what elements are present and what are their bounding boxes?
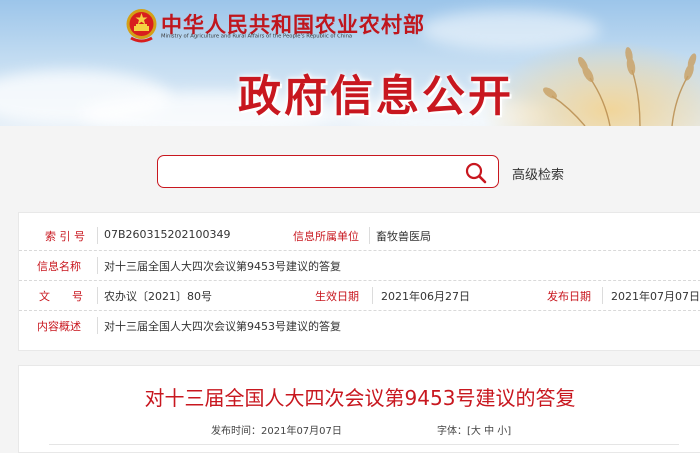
font-small-option[interactable]: 小 bbox=[497, 426, 507, 437]
font-medium-option[interactable]: 中 bbox=[484, 426, 494, 437]
info-row-doc: 文 号 农办议〔2021〕80号 生效日期 2021年06月27日 发布日期 2… bbox=[19, 281, 700, 311]
search-box bbox=[157, 155, 499, 188]
name-value: 对十三届全国人大四次会议第9453号建议的答复 bbox=[104, 260, 341, 273]
national-emblem-icon bbox=[126, 9, 157, 43]
info-table: 索 引 号 07B260315202100349 信息所属单位 畜牧兽医局 信息… bbox=[18, 212, 700, 351]
dept-value: 畜牧兽医局 bbox=[376, 230, 431, 243]
divider bbox=[97, 317, 98, 334]
publish-date-value: 2021年07月07日 bbox=[611, 290, 700, 303]
divider bbox=[602, 287, 603, 304]
font-size-control: 字体：[大 中 小] bbox=[437, 422, 511, 437]
font-size-bracket: ] bbox=[507, 426, 512, 437]
divider bbox=[369, 227, 370, 244]
divider bbox=[372, 287, 373, 304]
divider bbox=[97, 257, 98, 274]
summary-value: 对十三届全国人大四次会议第9453号建议的答复 bbox=[104, 320, 341, 333]
doc-number-value: 农办议〔2021〕80号 bbox=[104, 290, 212, 303]
publish-date-label: 发布日期 bbox=[547, 290, 591, 303]
dept-label: 信息所属单位 bbox=[293, 230, 359, 243]
effective-date-label: 生效日期 bbox=[315, 290, 359, 303]
effective-date-value: 2021年06月27日 bbox=[381, 290, 470, 303]
name-label: 信息名称 bbox=[37, 260, 81, 273]
search-input[interactable] bbox=[166, 160, 460, 185]
header-banner: 中华人民共和国农业农村部 Ministry of Agriculture and… bbox=[0, 0, 700, 126]
font-size-label: 字体：[ bbox=[437, 426, 471, 437]
ministry-name-en: Ministry of Agriculture and Rural Affair… bbox=[161, 33, 353, 39]
font-large-option[interactable]: 大 bbox=[471, 426, 481, 437]
index-value: 07B260315202100349 bbox=[104, 228, 231, 241]
info-row-name: 信息名称 对十三届全国人大四次会议第9453号建议的答复 bbox=[19, 251, 700, 281]
divider bbox=[97, 287, 98, 304]
divider bbox=[49, 444, 679, 445]
info-row-summary: 内容概述 对十三届全国人大四次会议第9453号建议的答复 bbox=[19, 311, 700, 340]
advanced-search-link[interactable]: 高级检索 bbox=[512, 164, 564, 183]
index-label: 索 引 号 bbox=[45, 230, 85, 243]
publish-time: 发布时间：2021年07月07日 bbox=[211, 426, 342, 437]
doc-number-label: 文 号 bbox=[39, 290, 83, 303]
divider bbox=[97, 227, 98, 244]
summary-label: 内容概述 bbox=[37, 320, 81, 333]
article-card: 对十三届全国人大四次会议第9453号建议的答复 发布时间：2021年07月07日… bbox=[18, 365, 700, 453]
info-row-index: 索 引 号 07B260315202100349 信息所属单位 畜牧兽医局 bbox=[19, 221, 700, 251]
search-icon[interactable] bbox=[464, 161, 488, 185]
article-title: 对十三届全国人大四次会议第9453号建议的答复 bbox=[144, 386, 576, 410]
page-title: 政府信息公开 bbox=[238, 72, 514, 122]
